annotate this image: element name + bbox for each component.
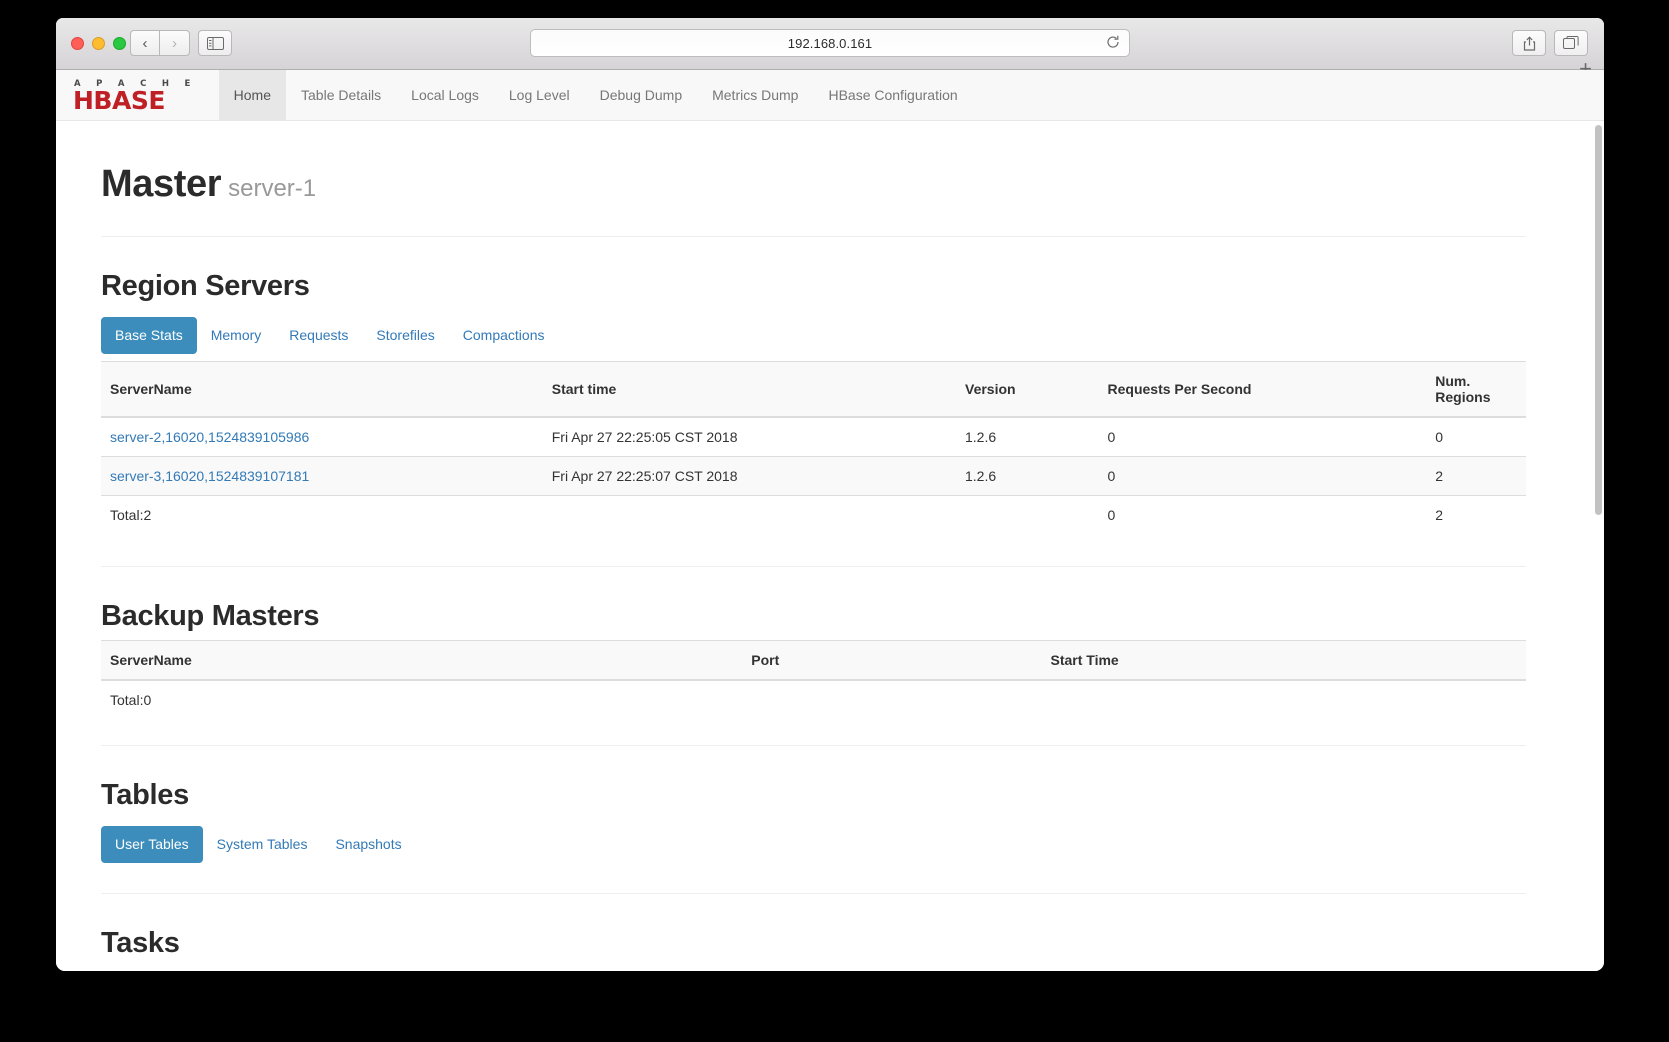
cell-start-time: Fri Apr 27 22:25:07 CST 2018 bbox=[542, 455, 956, 496]
table-row: server-3,16020,1524839107181 Fri Apr 27 … bbox=[101, 455, 1526, 496]
col-header-bm-start-time: Start Time bbox=[1041, 639, 1526, 681]
cell-num-regions: 0 bbox=[1426, 416, 1526, 457]
share-button[interactable] bbox=[1512, 30, 1546, 56]
tab-base-stats[interactable]: Base Stats bbox=[101, 317, 197, 354]
cell-total-rps: 0 bbox=[1098, 494, 1427, 534]
col-header-bm-port: Port bbox=[742, 639, 1042, 681]
col-header-bm-servername: ServerName bbox=[101, 639, 743, 681]
region-servers-tabs: Base Stats Memory Requests Storefiles Co… bbox=[101, 317, 1526, 354]
cell-total-num-regions: 2 bbox=[1426, 494, 1526, 534]
cell-total-version bbox=[956, 494, 1099, 534]
forward-button[interactable]: › bbox=[160, 30, 190, 56]
page-title-subtitle: server-1 bbox=[228, 175, 317, 202]
tab-system-tables[interactable]: System Tables bbox=[203, 826, 322, 863]
cell-rps: 0 bbox=[1098, 455, 1427, 496]
close-window-button[interactable] bbox=[71, 37, 84, 50]
cell-total-label: Total:2 bbox=[101, 494, 543, 534]
sidebar-icon bbox=[206, 36, 224, 50]
cell-start-time: Fri Apr 27 22:25:05 CST 2018 bbox=[542, 416, 956, 457]
tab-compactions[interactable]: Compactions bbox=[449, 317, 559, 354]
minimize-window-button[interactable] bbox=[92, 37, 105, 50]
browser-toolbar: ‹ › 192.168.0.161 + bbox=[56, 18, 1604, 80]
nav-item-hbase-configuration[interactable]: HBase Configuration bbox=[813, 70, 972, 120]
backup-masters-table: ServerName Port Start Time Total:0 bbox=[101, 639, 1526, 719]
col-header-version: Version bbox=[956, 360, 1099, 418]
cell-version: 1.2.6 bbox=[956, 455, 1099, 496]
page-scrollbar[interactable] bbox=[1592, 121, 1604, 971]
table-header-row: ServerName Start time Version Requests P… bbox=[101, 360, 1526, 418]
table-row: server-2,16020,1524839105986 Fri Apr 27 … bbox=[101, 416, 1526, 457]
col-header-start-time: Start time bbox=[542, 360, 956, 418]
tasks-heading: Tasks bbox=[101, 926, 180, 959]
tables-tabs: User Tables System Tables Snapshots bbox=[101, 825, 1526, 863]
browser-window: ‹ › 192.168.0.161 + A P A C H E HBASE Ho… bbox=[56, 18, 1604, 971]
nav-item-metrics-dump[interactable]: Metrics Dump bbox=[697, 70, 813, 120]
nav-item-local-logs[interactable]: Local Logs bbox=[396, 70, 494, 120]
cell-bm-total-port bbox=[742, 679, 1042, 719]
tab-storefiles[interactable]: Storefiles bbox=[362, 317, 448, 354]
url-text: 192.168.0.161 bbox=[787, 35, 873, 51]
share-icon bbox=[1523, 35, 1535, 51]
region-servers-table: ServerName Start time Version Requests P… bbox=[101, 360, 1526, 534]
cell-bm-total-start-time bbox=[1041, 679, 1526, 719]
site-navbar: A P A C H E HBASE Home Table Details Loc… bbox=[56, 70, 1604, 121]
show-sidebar-button[interactable] bbox=[198, 30, 232, 56]
col-header-rps: Requests Per Second bbox=[1098, 360, 1427, 418]
page-title-block: Master server-1 bbox=[101, 121, 1526, 237]
back-button[interactable]: ‹ bbox=[130, 30, 160, 56]
section-divider bbox=[101, 892, 1526, 894]
toolbar-right-buttons: + bbox=[1512, 30, 1592, 80]
table-total-row: Total:0 bbox=[101, 679, 1526, 719]
cell-version: 1.2.6 bbox=[956, 416, 1099, 457]
tab-snapshots[interactable]: Snapshots bbox=[321, 826, 415, 863]
tables-heading: Tables bbox=[101, 778, 189, 811]
table-total-row: Total:2 0 2 bbox=[101, 494, 1526, 534]
reload-icon[interactable] bbox=[1106, 35, 1120, 51]
server-link[interactable]: server-2,16020,1524839105986 bbox=[110, 429, 309, 445]
tab-memory[interactable]: Memory bbox=[197, 317, 276, 354]
main-container: Master server-1 Region Servers Base Stats… bbox=[56, 121, 1604, 971]
col-header-servername: ServerName bbox=[101, 360, 543, 418]
navigation-buttons: ‹ › bbox=[130, 30, 190, 56]
region-servers-heading: Region Servers bbox=[101, 270, 310, 302]
cell-servername: server-3,16020,1524839107181 bbox=[101, 455, 543, 496]
nav-item-debug-dump[interactable]: Debug Dump bbox=[585, 70, 698, 120]
tabs-icon bbox=[1563, 36, 1579, 49]
nav-item-table-details[interactable]: Table Details bbox=[286, 70, 396, 120]
cell-rps: 0 bbox=[1098, 416, 1427, 457]
table-header-row: ServerName Port Start Time bbox=[101, 639, 1526, 681]
window-controls bbox=[71, 37, 126, 50]
tab-user-tables[interactable]: User Tables bbox=[101, 825, 203, 863]
cell-bm-total-label: Total:0 bbox=[101, 679, 743, 719]
address-bar[interactable]: 192.168.0.161 bbox=[530, 29, 1130, 57]
chevron-left-icon: ‹ bbox=[142, 34, 148, 52]
page-title: Master server-1 bbox=[101, 163, 1526, 206]
server-link[interactable]: server-3,16020,1524839107181 bbox=[110, 468, 309, 484]
hbase-logo[interactable]: A P A C H E HBASE bbox=[73, 70, 219, 120]
page-title-text: Master bbox=[101, 163, 222, 205]
logo-hbase-text: HBASE bbox=[73, 85, 165, 115]
page-content: A P A C H E HBASE Home Table Details Loc… bbox=[56, 70, 1604, 971]
cell-servername: server-2,16020,1524839105986 bbox=[101, 416, 543, 457]
cell-num-regions: 2 bbox=[1426, 455, 1526, 496]
section-divider bbox=[101, 565, 1526, 567]
navbar-links: Home Table Details Local Logs Log Level … bbox=[218, 70, 973, 120]
nav-item-home[interactable]: Home bbox=[218, 70, 287, 120]
backup-masters-heading: Backup Masters bbox=[101, 599, 320, 632]
section-divider bbox=[101, 744, 1526, 746]
nav-item-log-level[interactable]: Log Level bbox=[494, 70, 585, 120]
cell-total-start-time bbox=[542, 494, 956, 534]
maximize-window-button[interactable] bbox=[113, 37, 126, 50]
chevron-right-icon: › bbox=[172, 34, 177, 52]
col-header-num-regions: Num. Regions bbox=[1426, 360, 1526, 418]
tab-requests[interactable]: Requests bbox=[275, 317, 362, 354]
scrollbar-thumb[interactable] bbox=[1595, 125, 1602, 515]
show-tab-overview-button[interactable] bbox=[1554, 30, 1588, 56]
